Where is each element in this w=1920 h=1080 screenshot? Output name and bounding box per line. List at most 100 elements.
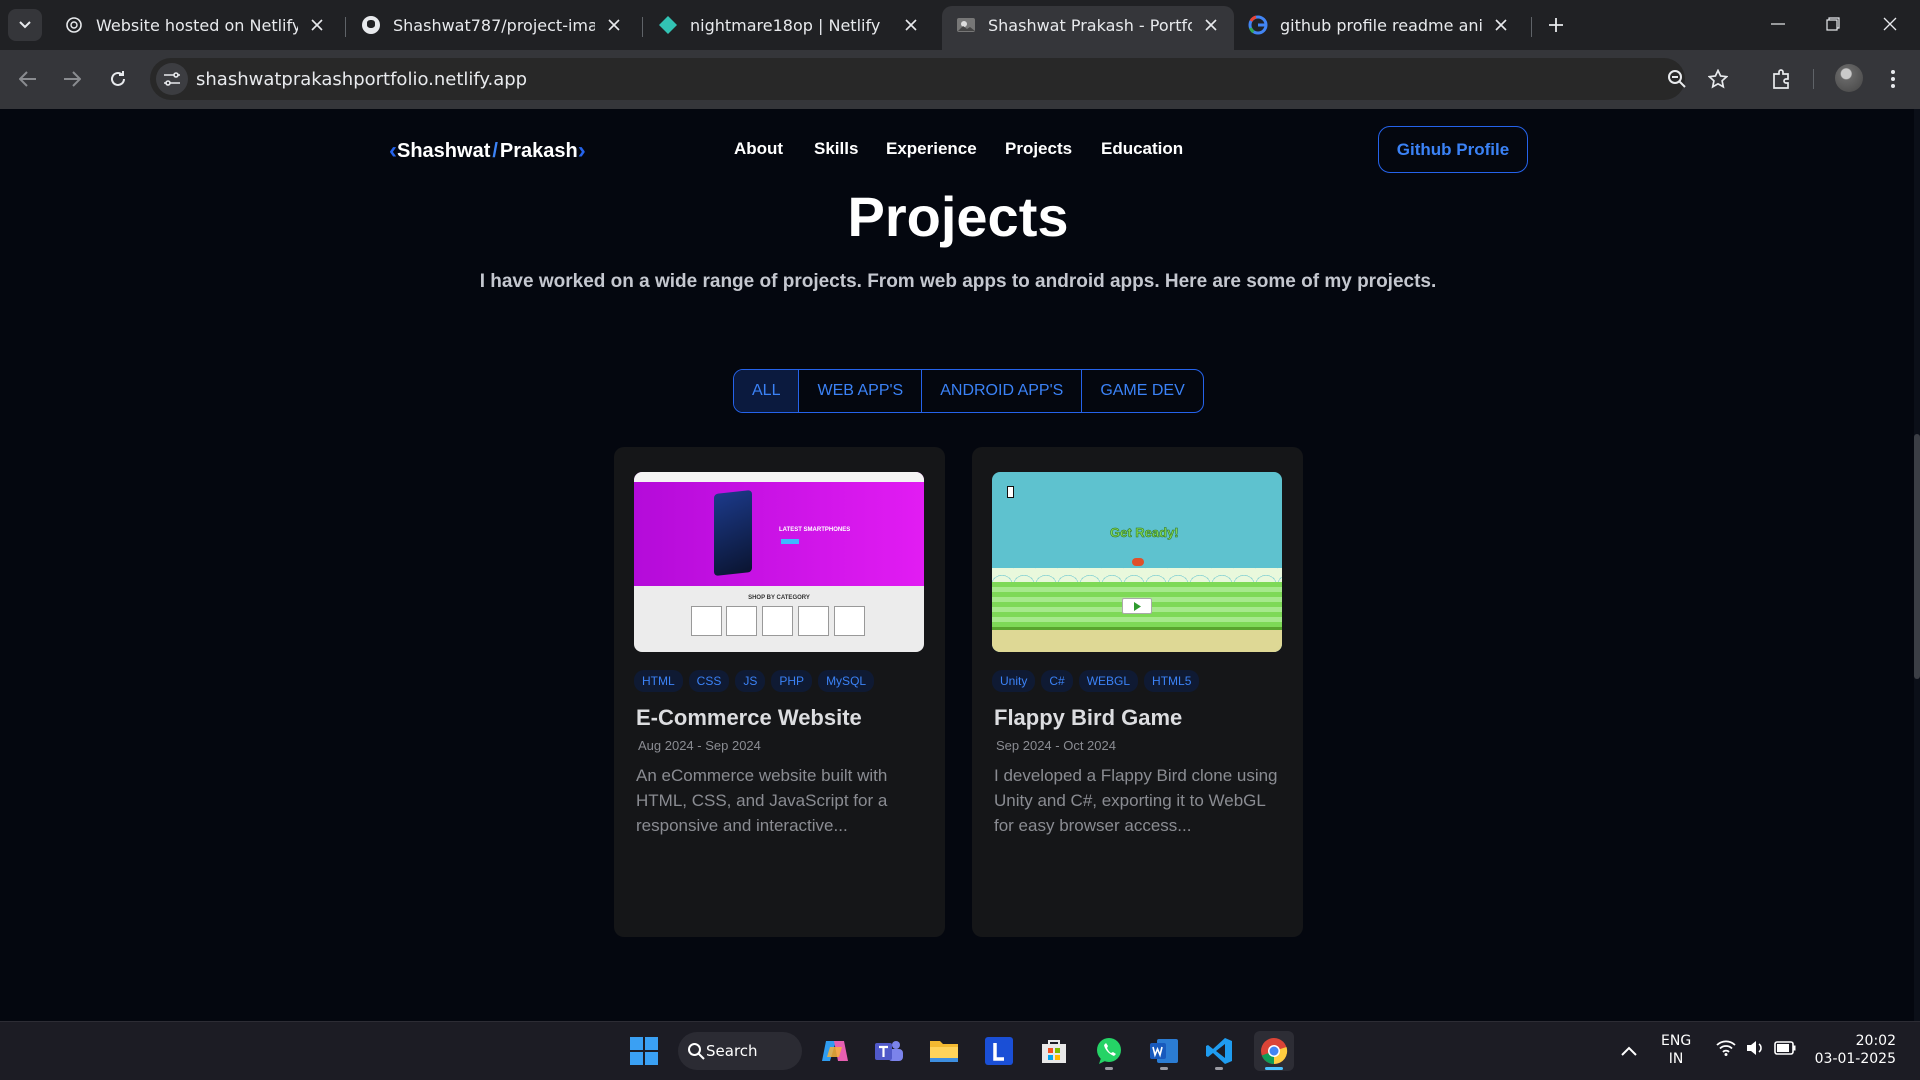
l-app-icon <box>985 1037 1013 1065</box>
taskbar-l-app[interactable] <box>979 1031 1019 1071</box>
filter-game-dev[interactable]: GAME DEV <box>1081 370 1202 412</box>
tag-js: JS <box>735 670 766 692</box>
category-tile <box>726 606 757 636</box>
play-icon <box>1122 598 1152 614</box>
project-date: Sep 2024 - Oct 2024 <box>996 738 1116 753</box>
taskbar-microsoft-store[interactable] <box>1034 1031 1074 1071</box>
clock-time: 20:02 <box>1855 1033 1896 1049</box>
reload-button[interactable] <box>103 64 133 94</box>
taskbar-teams[interactable] <box>869 1031 909 1071</box>
close-icon[interactable] <box>902 16 920 34</box>
search-icon <box>688 1043 705 1060</box>
taskbar-word[interactable] <box>1144 1031 1184 1071</box>
filter-web-apps[interactable]: WEB APP'S <box>798 370 921 412</box>
smartphone-image <box>714 490 752 576</box>
language-indicator[interactable]: ENG IN <box>1661 1032 1691 1068</box>
nav-about[interactable]: About <box>734 139 783 159</box>
chrome-icon <box>1261 1038 1288 1065</box>
new-tab-button[interactable] <box>1544 13 1568 37</box>
netlify-globe-icon <box>64 15 84 35</box>
clock[interactable]: 20:02 03-01-2025 <box>1812 1032 1896 1068</box>
tag-list: HTML CSS JS PHP MySQL <box>634 670 875 692</box>
nav-projects[interactable]: Projects <box>1005 139 1072 159</box>
google-icon <box>1248 15 1268 35</box>
site-info-button[interactable] <box>156 63 188 95</box>
project-title: E-Commerce Website <box>636 705 862 730</box>
browser-menu-button[interactable] <box>1879 65 1907 93</box>
tab-github-project-images[interactable]: Shashwat787/project-images <box>347 6 637 44</box>
puzzle-icon <box>1773 69 1789 89</box>
reload-icon <box>111 71 125 86</box>
tab-title: Website hosted on Netlify <box>96 15 298 35</box>
project-card-flappy-bird[interactable]: Get Ready! Unity C# WEBGL HTML5 Flappy B… <box>972 447 1303 937</box>
show-hidden-icons-button[interactable] <box>1621 1041 1637 1060</box>
taskbar-copilot[interactable] <box>815 1031 855 1071</box>
project-thumbnail-flappy-bird: Get Ready! <box>992 472 1282 652</box>
taskbar-search[interactable]: Search <box>678 1032 802 1070</box>
tab-divider <box>345 17 346 37</box>
tag-html: HTML <box>634 670 683 692</box>
system-tray-icons[interactable] <box>1716 1040 1796 1056</box>
tag-css: CSS <box>688 670 730 692</box>
url-text[interactable]: shashwatprakashportfolio.netlify.app <box>196 69 527 90</box>
chevron-left-icon: ‹ <box>389 137 397 164</box>
restore-button[interactable] <box>1811 8 1855 40</box>
nav-skills[interactable]: Skills <box>814 139 858 159</box>
project-description: An eCommerce website built with HTML, CS… <box>636 766 888 835</box>
taskbar-file-explorer[interactable] <box>924 1031 964 1071</box>
taskbar-vscode[interactable] <box>1199 1031 1239 1071</box>
tab-netlify-dashboard[interactable]: nightmare18op | Netlify <box>644 6 934 44</box>
profile-avatar[interactable] <box>1835 64 1863 92</box>
forward-button[interactable] <box>57 64 87 94</box>
whatsapp-icon <box>1097 1038 1121 1064</box>
close-icon[interactable] <box>1492 16 1510 34</box>
language-code: ENG <box>1661 1033 1692 1049</box>
region-code: IN <box>1668 1051 1684 1067</box>
netlify-icon <box>658 15 678 35</box>
logo-first-name: Shashwat <box>397 139 491 162</box>
close-icon[interactable] <box>1202 16 1220 34</box>
close-icon[interactable] <box>605 16 623 34</box>
arrow-left-icon <box>19 71 36 87</box>
tab-google-search[interactable]: github profile readme animated <box>1234 6 1524 44</box>
tab-divider <box>642 17 643 37</box>
back-button[interactable] <box>13 64 43 94</box>
nav-experience[interactable]: Experience <box>886 139 977 159</box>
github-profile-button[interactable]: Github Profile <box>1378 126 1528 173</box>
portfolio-favicon-icon <box>956 15 976 35</box>
address-bar[interactable]: shashwatprakashportfolio.netlify.app <box>150 58 1728 100</box>
github-icon <box>361 15 381 35</box>
tab-divider <box>1531 17 1532 37</box>
tab-search-button[interactable] <box>8 9 42 41</box>
filter-android-apps[interactable]: ANDROID APP'S <box>921 370 1081 412</box>
chevron-right-icon: › <box>577 137 586 164</box>
scrollbar-thumb[interactable] <box>1914 434 1920 679</box>
taskbar-chrome[interactable] <box>1254 1031 1294 1071</box>
tab-netlify-hosted[interactable]: Website hosted on Netlify <box>50 6 340 44</box>
close-window-button[interactable] <box>1868 8 1912 40</box>
close-icon[interactable] <box>308 16 326 34</box>
logo-slash: / <box>492 139 498 162</box>
filter-all[interactable]: ALL <box>734 370 799 412</box>
tab-portfolio[interactable]: Shashwat Prakash - Portfolio <box>942 6 1234 50</box>
category-tile <box>834 606 865 636</box>
zoom-button[interactable] <box>1666 68 1688 90</box>
project-card-ecommerce[interactable]: LATEST SMARTPHONES SHOP BY CATEGORY HTML… <box>614 447 945 937</box>
taskbar-whatsapp[interactable] <box>1089 1031 1129 1071</box>
project-date: Aug 2024 - Sep 2024 <box>638 738 761 753</box>
start-button[interactable] <box>624 1031 664 1071</box>
site-logo[interactable]: ‹ Shashwat / Prakash › <box>389 137 586 165</box>
extensions-button[interactable] <box>1768 65 1796 93</box>
minimize-button[interactable] <box>1756 8 1800 40</box>
search-label: Search <box>706 1042 758 1060</box>
bookmark-button[interactable] <box>1707 68 1729 90</box>
battery-icon <box>1774 1041 1796 1055</box>
tag-csharp: C# <box>1041 670 1073 692</box>
project-thumbnail-ecommerce: LATEST SMARTPHONES SHOP BY CATEGORY <box>634 472 924 652</box>
copilot-icon <box>822 1041 848 1061</box>
page-scrollbar[interactable] <box>1914 109 1920 1021</box>
volume-icon <box>1747 1041 1762 1055</box>
nav-education[interactable]: Education <box>1101 139 1183 159</box>
close-icon <box>1883 17 1897 31</box>
arrow-right-icon <box>64 71 81 87</box>
